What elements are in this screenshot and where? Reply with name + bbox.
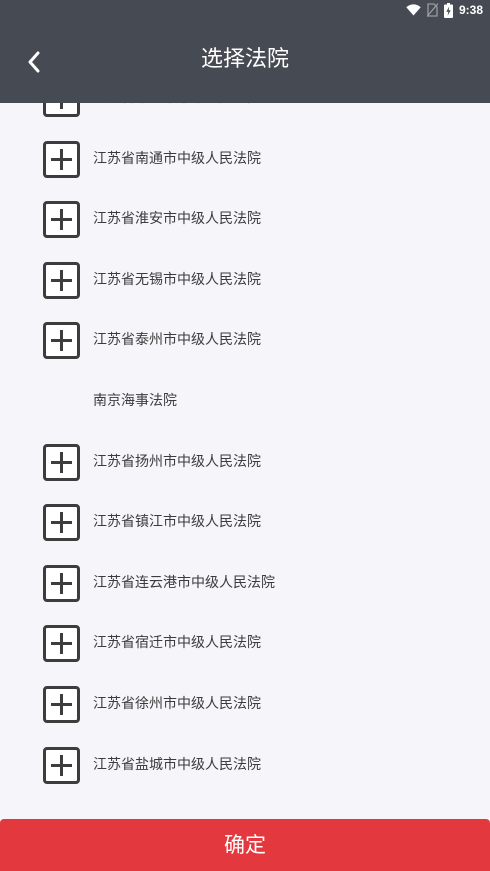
court-name: 江苏省徐州市中级人民法院 <box>93 695 261 712</box>
app-header: 9:38 选择法院 <box>0 0 490 103</box>
court-list-item[interactable]: 江苏省扬州市中级人民法院 <box>0 432 490 493</box>
wifi-icon <box>406 4 421 16</box>
plus-square-icon[interactable] <box>43 103 80 117</box>
court-list-item[interactable]: 江苏省无锡市中级人民法院 <box>0 250 490 311</box>
court-name: 江苏省镇江市中级人民法院 <box>93 514 261 531</box>
court-list-item[interactable]: 南京海事法院 <box>0 371 490 432</box>
plus-square-icon[interactable] <box>43 443 80 481</box>
court-list-item[interactable]: 江苏省宿迁市中级人民法院 <box>0 613 490 674</box>
confirm-button[interactable]: 确定 <box>0 819 490 871</box>
court-name: 江苏省连云港市中级人民法院 <box>93 574 275 591</box>
plus-square-icon[interactable] <box>43 625 80 663</box>
court-list-item[interactable]: 江苏省淮安市中级人民法院 <box>0 189 490 250</box>
battery-charging-icon <box>443 2 453 18</box>
page-title: 选择法院 <box>200 47 289 72</box>
court-list[interactable]: 江苏省常州市中级人民法院 江苏省南通市中级人民法院 江苏省淮安市中级人民法院 江… <box>0 103 490 819</box>
court-name: 江苏省淮安市中级人民法院 <box>93 211 261 228</box>
court-name: 江苏省宿迁市中级人民法院 <box>93 635 261 652</box>
no-sim-icon <box>426 3 438 17</box>
court-list-item[interactable]: 江苏省常州市中级人民法院 <box>0 103 490 129</box>
court-list-item[interactable]: 江苏省南通市中级人民法院 <box>0 129 490 190</box>
court-name: 江苏省扬州市中级人民法院 <box>93 453 261 470</box>
plus-square-icon[interactable] <box>43 746 80 784</box>
court-list-content: 江苏省常州市中级人民法院 江苏省南通市中级人民法院 江苏省淮安市中级人民法院 江… <box>0 103 490 795</box>
plus-square-icon[interactable] <box>43 261 80 299</box>
status-icons: 9:38 <box>406 2 483 18</box>
court-name: 江苏省盐城市中级人民法院 <box>93 756 261 773</box>
court-list-item[interactable]: 江苏省盐城市中级人民法院 <box>0 735 490 796</box>
plus-square-icon[interactable] <box>43 140 80 178</box>
court-name: 江苏省无锡市中级人民法院 <box>93 271 261 288</box>
court-list-item[interactable]: 江苏省徐州市中级人民法院 <box>0 674 490 735</box>
court-name: 江苏省常州市中级人民法院 <box>93 103 261 129</box>
court-list-item[interactable]: 江苏省连云港市中级人民法院 <box>0 553 490 614</box>
chevron-left-icon <box>28 51 40 73</box>
court-name: 江苏省南通市中级人民法院 <box>93 150 261 167</box>
court-name: 江苏省泰州市中级人民法院 <box>93 332 261 349</box>
status-time: 9:38 <box>458 3 483 17</box>
court-list-item[interactable]: 江苏省镇江市中级人民法院 <box>0 492 490 553</box>
plus-square-icon[interactable] <box>43 201 80 239</box>
plus-square-icon[interactable] <box>43 322 80 360</box>
court-name: 南京海事法院 <box>93 392 177 409</box>
back-button[interactable] <box>14 42 54 82</box>
plus-square-icon[interactable] <box>43 564 80 602</box>
status-bar: 9:38 <box>0 0 490 20</box>
plus-square-icon[interactable] <box>43 504 80 542</box>
court-list-item[interactable]: 江苏省泰州市中级人民法院 <box>0 310 490 371</box>
toolbar: 选择法院 <box>0 20 490 103</box>
plus-square-icon[interactable] <box>43 685 80 723</box>
